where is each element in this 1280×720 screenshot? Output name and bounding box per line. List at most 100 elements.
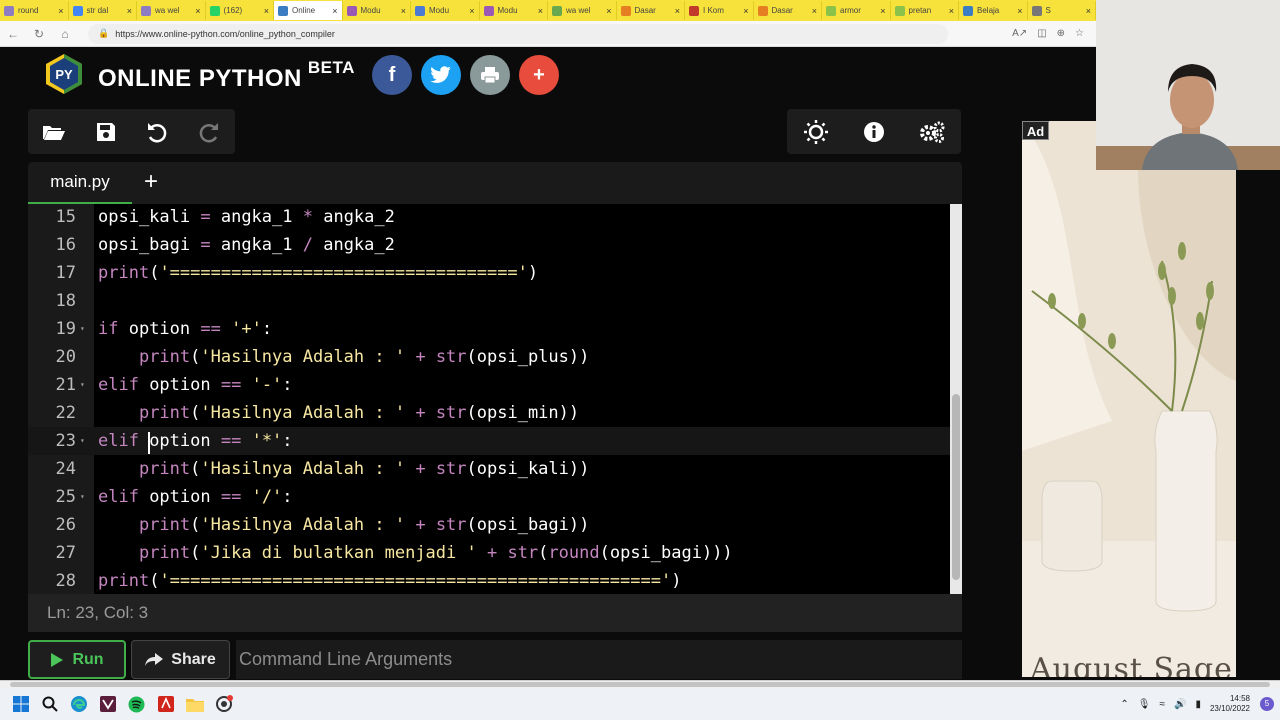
tab-close-icon[interactable]: × [949,6,954,16]
tab-close-icon[interactable]: × [469,6,474,16]
search-button[interactable] [35,688,64,720]
python-logo-icon[interactable]: PY [42,52,86,96]
read-aloud-icon[interactable]: A↗ [1012,28,1027,39]
code-line[interactable]: 24 print('Hasilnya Adalah : ' + str(opsi… [28,455,950,483]
tab-close-icon[interactable]: × [606,6,611,16]
clock[interactable]: 14:58 23/10/2022 [1210,694,1250,714]
refresh-icon[interactable]: ↻ [26,27,52,41]
browser-tab[interactable]: Modu × [411,1,480,20]
tab-close-icon[interactable]: × [58,6,63,16]
microphone-icon[interactable]: 🎙 [1138,699,1151,710]
tab-close-icon[interactable]: × [127,6,132,16]
split-screen-icon[interactable]: ◫ [1037,28,1046,39]
tab-close-icon[interactable]: × [264,6,269,16]
favorites-icon[interactable]: ☆ [1075,28,1084,39]
browser-tab[interactable]: Modu × [480,1,548,20]
browser-tab[interactable]: wa wel × [137,1,206,20]
volume-icon[interactable]: 🔊 [1174,699,1186,710]
browser-tab[interactable]: Modu × [343,1,411,20]
browser-tab[interactable]: Online × [274,1,343,20]
code-line[interactable]: 28 print('===============================… [28,567,950,594]
tab-close-icon[interactable]: × [675,6,680,16]
tab-close-icon[interactable]: × [812,6,817,16]
code-line[interactable]: 21 ▾ elif option == '-': [28,371,950,399]
command-line-args-input[interactable]: Command Line Arguments [236,640,962,679]
browser-tab[interactable]: pretan × [891,1,959,20]
print-button[interactable] [470,55,510,95]
tab-close-icon[interactable]: × [880,6,885,16]
browser-tab[interactable]: str dal × [69,1,137,20]
code-line[interactable]: 22 print('Hasilnya Adalah : ' + str(opsi… [28,399,950,427]
browser-tab[interactable]: I Kom × [685,1,754,20]
fold-arrow-icon[interactable]: ▾ [80,483,85,511]
run-button[interactable]: Run [28,640,126,679]
browser-tab[interactable]: wa wel × [548,1,617,20]
code-line[interactable]: 26 print('Hasilnya Adalah : ' + str(opsi… [28,511,950,539]
wifi-icon[interactable]: ≈ [1159,699,1165,710]
code-line[interactable]: 15 opsi_kali = angka_1 * angka_2 [28,204,950,231]
scrollbar-thumb[interactable] [952,394,960,580]
recorder-taskbar-button[interactable] [209,688,238,720]
code-editor[interactable]: 15 opsi_kali = angka_1 * angka_2 16 opsi_ba… [28,204,962,594]
undo-button[interactable] [132,109,184,154]
browser-tab[interactable]: (162) × [206,1,274,20]
theme-toggle-button[interactable] [787,109,845,154]
open-folder-button[interactable] [28,109,80,154]
battery-icon[interactable]: ▮ [1195,699,1201,710]
more-share-button[interactable]: + [519,55,559,95]
advertisement-image[interactable]: August Sage [1022,121,1236,677]
back-icon[interactable]: ← [0,27,26,41]
tab-close-icon[interactable]: × [1086,6,1091,16]
home-icon[interactable]: ⌂ [52,27,78,41]
tab-main-py[interactable]: main.py [28,162,132,204]
share-button[interactable]: Share [131,640,230,679]
settings-button[interactable] [903,109,961,154]
info-button[interactable] [845,109,903,154]
tab-close-icon[interactable]: × [401,6,406,16]
code-line[interactable]: 20 print('Hasilnya Adalah : ' + str(opsi… [28,343,950,371]
app-taskbar-button[interactable] [93,688,122,720]
start-button[interactable] [6,688,35,720]
save-button[interactable] [80,109,132,154]
code-line[interactable]: 23 ▾ elif option == '*': [28,427,950,455]
fold-arrow-icon[interactable]: ▾ [80,315,85,343]
tab-close-icon[interactable]: × [195,6,200,16]
chevron-up-icon[interactable]: ⌃ [1120,699,1128,710]
code-line[interactable]: 27 print('Jika di bulatkan menjadi ' + s… [28,539,950,567]
zoom-icon[interactable]: ⊕ [1057,28,1065,39]
browser-tab[interactable]: Dasar × [754,1,822,20]
tab-close-icon[interactable]: × [538,6,543,16]
url-field[interactable]: 🔒 https://www.online-python.com/online_p… [88,23,948,44]
browser-tab[interactable]: round × [0,1,69,20]
code-line[interactable]: 25 ▾ elif option == '/': [28,483,950,511]
code-line[interactable]: 17 print('===============================… [28,259,950,287]
editor-scrollbar[interactable] [950,204,962,594]
tab-favicon-icon [894,5,905,16]
pdf-taskbar-button[interactable] [151,688,180,720]
fold-arrow-icon[interactable]: ▾ [80,427,85,455]
notification-badge[interactable]: 5 [1260,697,1274,711]
fold-arrow-icon[interactable]: ▾ [80,371,85,399]
tab-close-icon[interactable]: × [1017,6,1022,16]
spotify-taskbar-button[interactable] [122,688,151,720]
code-token: print [98,263,150,283]
file-explorer-taskbar-button[interactable] [180,688,209,720]
facebook-share-button[interactable]: f [372,55,412,95]
code-line[interactable]: 18 [28,287,950,315]
edge-taskbar-button[interactable] [64,688,93,720]
code-line[interactable]: 19 ▾ if option == '+': [28,315,950,343]
browser-tab[interactable]: Dasar × [617,1,685,20]
add-file-button[interactable]: + [144,162,158,204]
tab-close-icon[interactable]: × [332,6,337,16]
browser-tab[interactable]: S × [1028,1,1096,20]
brand-title[interactable]: ONLINE PYTHON BETA [98,58,355,93]
horizontal-scroll-thumb[interactable] [10,682,1270,687]
code-token: == [200,319,221,339]
browser-tab[interactable]: armor × [822,1,891,20]
twitter-share-button[interactable] [421,55,461,95]
page-horizontal-scrollbar[interactable] [0,680,1280,688]
tab-close-icon[interactable]: × [743,6,748,16]
code-line[interactable]: 16 opsi_bagi = angka_1 / angka_2 [28,231,950,259]
redo-button[interactable] [183,109,235,154]
browser-tab[interactable]: Belaja × [959,1,1028,20]
